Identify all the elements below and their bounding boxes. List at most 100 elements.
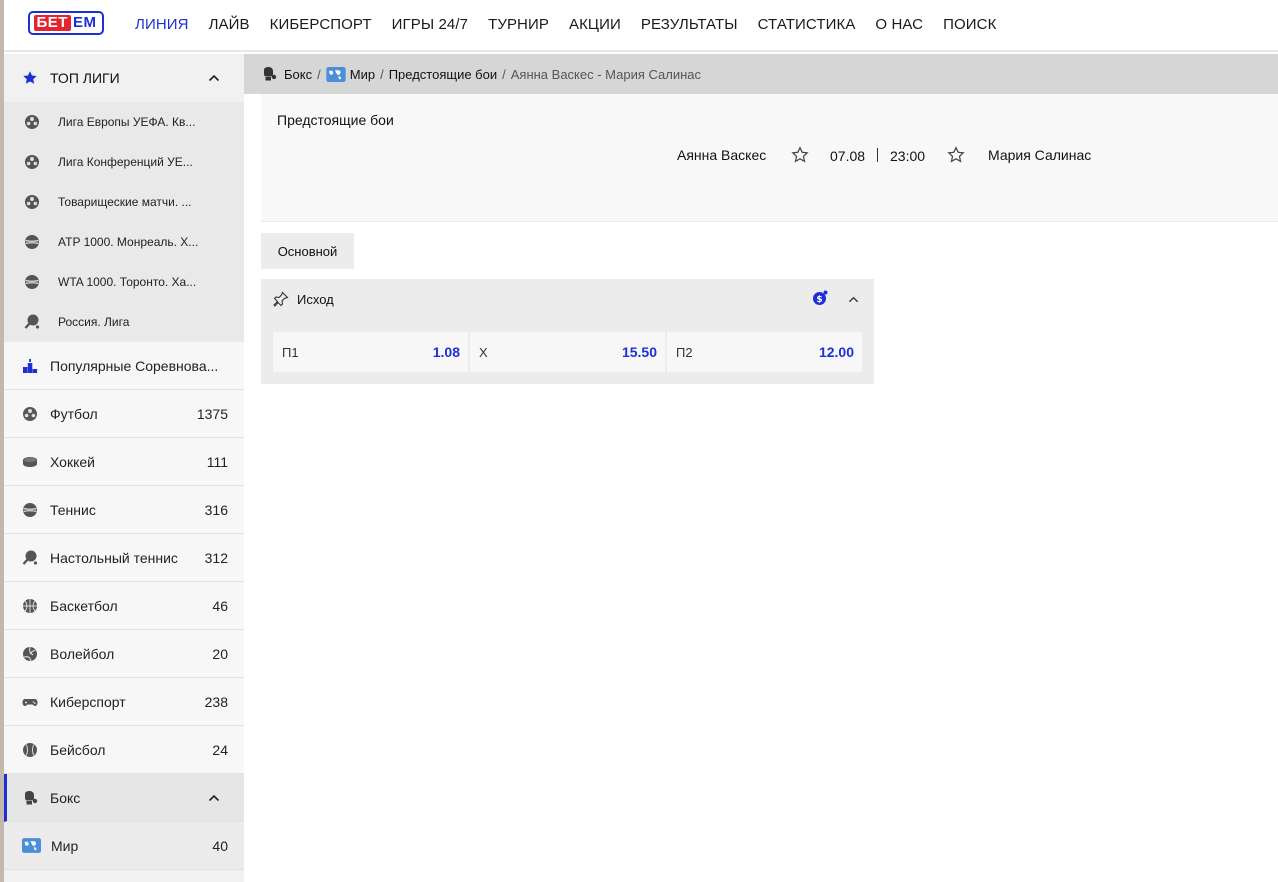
nav-line[interactable]: ЛИНИЯ xyxy=(135,16,189,33)
football-icon xyxy=(23,406,37,421)
chevron-up-icon[interactable] xyxy=(208,72,220,84)
volleyball-icon xyxy=(23,646,37,661)
event-time: 23:00 xyxy=(890,148,926,164)
boxing-glove-icon xyxy=(25,790,38,804)
boxing-glove-icon xyxy=(264,67,277,81)
nav-live[interactable]: ЛАЙВ xyxy=(209,16,250,33)
chevron-up-icon[interactable] xyxy=(848,294,859,305)
market-header[interactable]: Исход $ xyxy=(261,279,874,319)
breadcrumb-separator: / xyxy=(317,66,321,82)
sidebar-item-label: Мир xyxy=(51,837,79,854)
hockey-puck-icon xyxy=(23,456,37,467)
football-icon xyxy=(25,155,39,169)
sidebar-item-count: 24 xyxy=(212,741,228,758)
sidebar-item-count: 111 xyxy=(206,453,228,470)
sidebar-item-label: Футбол xyxy=(50,405,98,422)
sidebar-item-label: Бокс xyxy=(50,789,81,806)
sidebar-item-label: Киберспорт xyxy=(50,693,126,710)
league-item[interactable]: Товарищеские матчи. ... xyxy=(4,182,244,222)
logo-part-red: БЕТ xyxy=(33,15,71,31)
tennis-icon xyxy=(25,275,39,289)
league-label: Россия. Лига xyxy=(58,315,130,329)
top-leagues-title: ТОП ЛИГИ xyxy=(50,70,120,86)
sidebar-item-label: Популярные Соревнова... xyxy=(50,357,219,374)
podium-icon xyxy=(23,358,38,373)
tab-main[interactable]: Основной xyxy=(261,233,354,269)
nav-promotions[interactable]: АКЦИИ xyxy=(569,16,621,33)
nav-about[interactable]: О НАС xyxy=(875,16,923,33)
breadcrumb-sport[interactable]: Бокс xyxy=(284,67,312,82)
nav-results[interactable]: РЕЗУЛЬТАТЫ xyxy=(641,16,738,33)
odd-button-p2[interactable]: П2 12.00 xyxy=(667,332,862,372)
league-label: WTA 1000. Торонто. Ха... xyxy=(58,275,197,289)
nav-tournament[interactable]: ТУРНИР xyxy=(488,16,549,33)
nav-games-247[interactable]: ИГРЫ 24/7 xyxy=(392,16,468,33)
league-item[interactable]: Россия. Лига xyxy=(4,302,244,342)
sidebar-item-count: 238 xyxy=(204,693,228,710)
sidebar-item-hockey[interactable]: Хоккей 111 xyxy=(4,438,244,486)
odd-button-p1[interactable]: П1 1.08 xyxy=(273,332,468,372)
odd-value: 15.50 xyxy=(621,344,657,360)
sidebar-item-label: Теннис xyxy=(50,501,96,518)
sidebar-item-esports[interactable]: Киберспорт 238 xyxy=(4,678,244,726)
sidebar-item-world[interactable]: Мир 40 xyxy=(4,822,244,870)
world-map-icon xyxy=(326,66,346,82)
sidebar-item-count: 40 xyxy=(212,837,228,854)
sidebar-item-count: 1375 xyxy=(196,405,228,422)
breadcrumb-category[interactable]: Предстоящие бои xyxy=(389,67,497,82)
league-item[interactable]: Лига Конференций УЕ... xyxy=(4,142,244,182)
sidebar-item-volleyball[interactable]: Волейбол 20 xyxy=(4,630,244,678)
world-map-icon xyxy=(22,838,41,853)
league-item[interactable]: Лига Европы УЕФА. Кв... xyxy=(4,102,244,142)
league-label: Лига Европы УЕФА. Кв... xyxy=(58,115,196,129)
sidebar-item-football[interactable]: Футбол 1375 xyxy=(4,390,244,438)
star-outline-icon[interactable] xyxy=(947,146,965,164)
top-leagues-header[interactable]: ТОП ЛИГИ xyxy=(4,54,244,102)
event-category: Предстоящие бои xyxy=(277,112,394,128)
sidebar: ТОП ЛИГИ Лига Европы УЕФА. Кв... Лига Ко… xyxy=(4,54,244,882)
top-leagues-list: Лига Европы УЕФА. Кв... Лига Конференций… xyxy=(4,102,244,342)
sidebar-item-label: Бейсбол xyxy=(50,741,106,758)
nav-esports[interactable]: КИБЕРСПОРТ xyxy=(270,16,372,33)
breadcrumb-separator: / xyxy=(502,66,506,82)
league-item[interactable]: WTA 1000. Торонто. Ха... xyxy=(4,262,244,302)
star-outline-icon[interactable] xyxy=(791,146,809,164)
site-logo[interactable]: БЕТ ЕМ xyxy=(28,11,104,35)
odd-button-draw[interactable]: Х 15.50 xyxy=(470,332,665,372)
star-filled-icon xyxy=(23,71,37,84)
nav-search[interactable]: ПОИСК xyxy=(943,16,996,33)
sidebar-item-count: 316 xyxy=(204,501,228,518)
cashout-dollar-icon[interactable]: $ xyxy=(812,290,828,306)
odds-row: П1 1.08 Х 15.50 П2 12.00 xyxy=(273,332,864,372)
sidebar-item-tennis[interactable]: Теннис 316 xyxy=(4,486,244,534)
league-item[interactable]: ATP 1000. Монреаль. Х... xyxy=(4,222,244,262)
pin-outline-icon[interactable] xyxy=(273,291,289,307)
league-label: ATP 1000. Монреаль. Х... xyxy=(58,235,199,249)
sidebar-item-label: Хоккей xyxy=(50,453,95,470)
breadcrumb-region[interactable]: Мир xyxy=(350,67,375,82)
odd-value: 1.08 xyxy=(432,344,460,360)
tennis-icon xyxy=(25,235,39,249)
nav-statistics[interactable]: СТАТИСТИКА xyxy=(758,16,856,33)
sidebar-item-basketball[interactable]: Баскетбол 46 xyxy=(4,582,244,630)
top-header: БЕТ ЕМ ЛИНИЯ ЛАЙВ КИБЕРСПОРТ ИГРЫ 24/7 Т… xyxy=(4,0,1278,52)
odd-label: П2 xyxy=(676,345,693,360)
sidebar-item-boxing[interactable]: Бокс xyxy=(4,774,244,822)
sidebar-item-count: 312 xyxy=(204,549,228,566)
sidebar-item-popular[interactable]: Популярные Соревнова... xyxy=(4,342,244,390)
market-title: Исход xyxy=(297,291,334,307)
team-2-name: Мария Салинас xyxy=(988,147,1092,163)
main-nav: ЛИНИЯ ЛАЙВ КИБЕРСПОРТ ИГРЫ 24/7 ТУРНИР А… xyxy=(135,0,1016,48)
logo-part-blue: ЕМ xyxy=(72,14,97,31)
sidebar-item-count: 46 xyxy=(212,597,228,614)
sidebar-item-baseball[interactable]: Бейсбол 24 xyxy=(4,726,244,774)
sidebar-item-table-tennis[interactable]: Настольный теннис 312 xyxy=(4,534,244,582)
league-label: Товарищеские матчи. ... xyxy=(58,195,192,209)
event-date: 07.08 xyxy=(830,148,866,164)
football-icon xyxy=(25,115,39,129)
date-time-divider xyxy=(877,148,878,162)
market-outcome: Исход $ П1 1.08 Х 15.50 П2 12.00 xyxy=(261,279,874,384)
chevron-up-icon[interactable] xyxy=(208,792,220,804)
table-tennis-icon xyxy=(24,314,40,329)
event-header: Предстоящие бои Аянна Васкес 07.08 23:00… xyxy=(261,94,1278,222)
